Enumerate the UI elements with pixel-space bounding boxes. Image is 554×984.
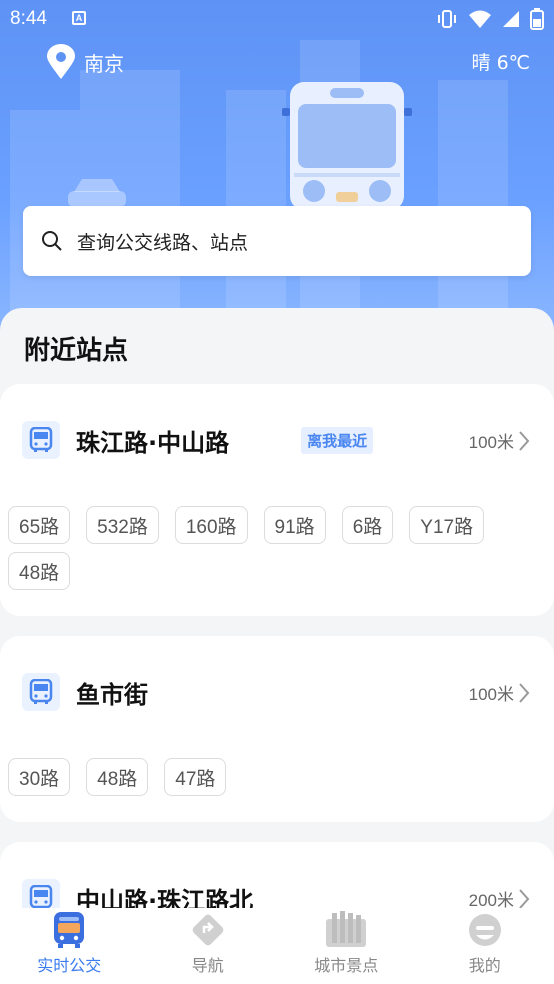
- nav-city-attractions[interactable]: 城市景点: [277, 908, 416, 984]
- status-bar: 8:44 A: [0, 0, 554, 38]
- route-list: 30路 48路 47路: [8, 758, 546, 796]
- route-chip[interactable]: 65路: [8, 506, 71, 544]
- route-chip[interactable]: Y17路: [409, 506, 485, 544]
- route-chip[interactable]: 160路: [174, 506, 248, 544]
- signal-icon: [503, 11, 519, 27]
- chevron-right-icon: [519, 682, 530, 703]
- search-placeholder: 查询公交线路、站点: [77, 231, 249, 254]
- notification-a-icon: A: [72, 11, 86, 25]
- route-list: 65路 532路 160路 91路 6路 Y17路 48路: [8, 506, 546, 590]
- wifi-icon: [469, 10, 491, 28]
- bus-stop-icon: [22, 673, 60, 711]
- distance-text: 100米: [468, 433, 514, 452]
- car-illustration: [68, 179, 126, 207]
- bus-stop-icon: [22, 421, 60, 459]
- nav-profile[interactable]: 我的: [416, 908, 554, 984]
- route-chip[interactable]: 47路: [164, 758, 227, 796]
- distance-text: 200米: [468, 891, 514, 908]
- city-attractions-icon: [324, 908, 368, 952]
- profile-icon: [466, 908, 504, 952]
- bus-illustration: [282, 82, 412, 210]
- battery-icon: [530, 8, 544, 30]
- bus-stop-icon: [22, 879, 60, 908]
- stop-name: 珠江路·中山路: [76, 428, 230, 457]
- stop-card[interactable]: 珠江路·中山路 离我最近 100米 65路 532路 160路 91路 6路 Y…: [0, 384, 554, 616]
- header-banner: 8:44 A 南京 晴 6℃: [0, 0, 554, 330]
- nav-label: 城市景点: [314, 956, 379, 975]
- route-chip[interactable]: 48路: [8, 552, 71, 590]
- chevron-right-icon: [519, 430, 530, 451]
- stop-card[interactable]: 鱼市街 100米 30路 48路 47路: [0, 636, 554, 822]
- stop-name: 鱼市街: [76, 680, 148, 709]
- stop-name: 中山路·珠江路北: [76, 886, 254, 909]
- status-time: 8:44: [10, 8, 47, 29]
- location-pin-icon: [47, 44, 75, 79]
- building-shape: [438, 80, 508, 330]
- bus-icon: [50, 908, 88, 952]
- stop-distance[interactable]: 100米: [469, 428, 530, 453]
- route-chip[interactable]: 30路: [8, 758, 71, 796]
- nav-navigation[interactable]: 导航: [139, 908, 278, 984]
- nearby-stops-panel: 附近站点 珠江路·中山路 离我最近 100米 65路 532路 160路 91路…: [0, 308, 554, 908]
- nav-label: 导航: [191, 956, 224, 975]
- chevron-right-icon: [519, 888, 530, 908]
- city-name: 南京: [84, 51, 124, 76]
- navigation-icon: [189, 908, 227, 952]
- section-title: 附近站点: [24, 336, 129, 366]
- nav-realtime-bus[interactable]: 实时公交: [0, 908, 139, 984]
- bottom-nav: 实时公交 导航 城市景点 我的: [0, 908, 554, 984]
- route-chip[interactable]: 91路: [263, 506, 326, 544]
- vibrate-icon: [438, 10, 456, 28]
- search-bar[interactable]: 查询公交线路、站点: [23, 206, 531, 276]
- distance-text: 100米: [468, 685, 514, 704]
- city-selector[interactable]: 南京: [46, 44, 124, 80]
- nearest-badge: 离我最近: [301, 426, 374, 454]
- nav-label: 实时公交: [37, 956, 102, 975]
- stop-distance[interactable]: 200米: [469, 886, 530, 908]
- stop-card[interactable]: 中山路·珠江路北 200米: [0, 842, 554, 908]
- weather-text: 晴 6℃: [471, 52, 530, 74]
- route-chip[interactable]: 532路: [86, 506, 159, 544]
- route-chip[interactable]: 6路: [341, 506, 394, 544]
- search-icon: [42, 231, 62, 251]
- stop-distance[interactable]: 100米: [469, 680, 530, 705]
- route-chip[interactable]: 48路: [86, 758, 149, 796]
- nav-label: 我的: [468, 956, 501, 975]
